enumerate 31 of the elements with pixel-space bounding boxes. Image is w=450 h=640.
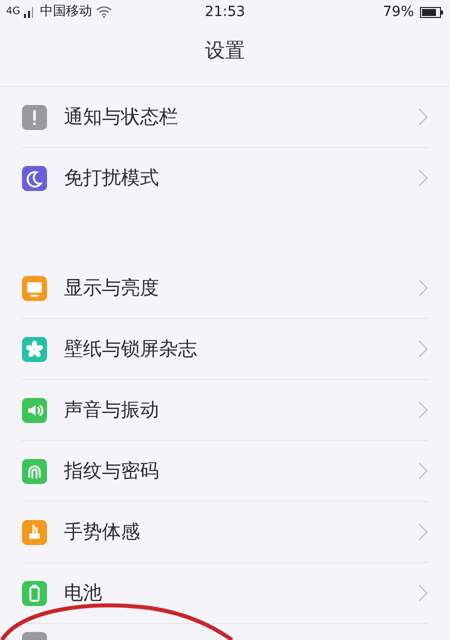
settings-row[interactable]: 通知与状态栏 — [0, 87, 450, 147]
row-label: 免打扰模式 — [64, 166, 160, 191]
settings-row[interactable]: 手势体感 — [0, 502, 450, 562]
carrier-label: 中国移动 — [40, 3, 92, 22]
row-label: 电池 — [64, 580, 103, 606]
settings-row[interactable]: 声音与振动 — [0, 380, 450, 440]
battery-icon — [420, 6, 444, 18]
row-label: 指纹与密码 — [64, 458, 160, 484]
wifi-icon — [96, 6, 112, 18]
page-title: 设置 — [205, 37, 245, 64]
settings-row[interactable]: 指纹与密码 — [0, 441, 450, 501]
chevron-icon — [418, 279, 428, 297]
chevron-icon — [418, 584, 428, 602]
row-label: 手势体感 — [64, 520, 141, 545]
settings-row[interactable]: 显示与亮度 — [0, 258, 450, 318]
row-label: 显示与亮度 — [64, 276, 160, 301]
settings-row[interactable]: 壁纸与锁屏杂志 — [0, 319, 450, 379]
row-label: 声音与振动 — [64, 398, 160, 423]
chevron-icon — [418, 108, 428, 126]
chevron-icon — [418, 401, 428, 419]
network-label: 4G — [6, 7, 20, 17]
chevron-icon — [418, 462, 428, 480]
battery-percent: 79% — [382, 2, 414, 22]
settings-row[interactable]: 免打扰模式 — [0, 148, 450, 208]
row-label: 通知与状态栏 — [64, 104, 179, 130]
row-label: 壁纸与锁屏杂志 — [64, 336, 198, 362]
time-label: 21:53 — [204, 2, 246, 22]
chevron-icon — [418, 340, 428, 358]
chevron-icon — [418, 169, 428, 187]
chevron-icon — [418, 523, 428, 541]
settings-row[interactable]: 电池 — [0, 563, 450, 623]
